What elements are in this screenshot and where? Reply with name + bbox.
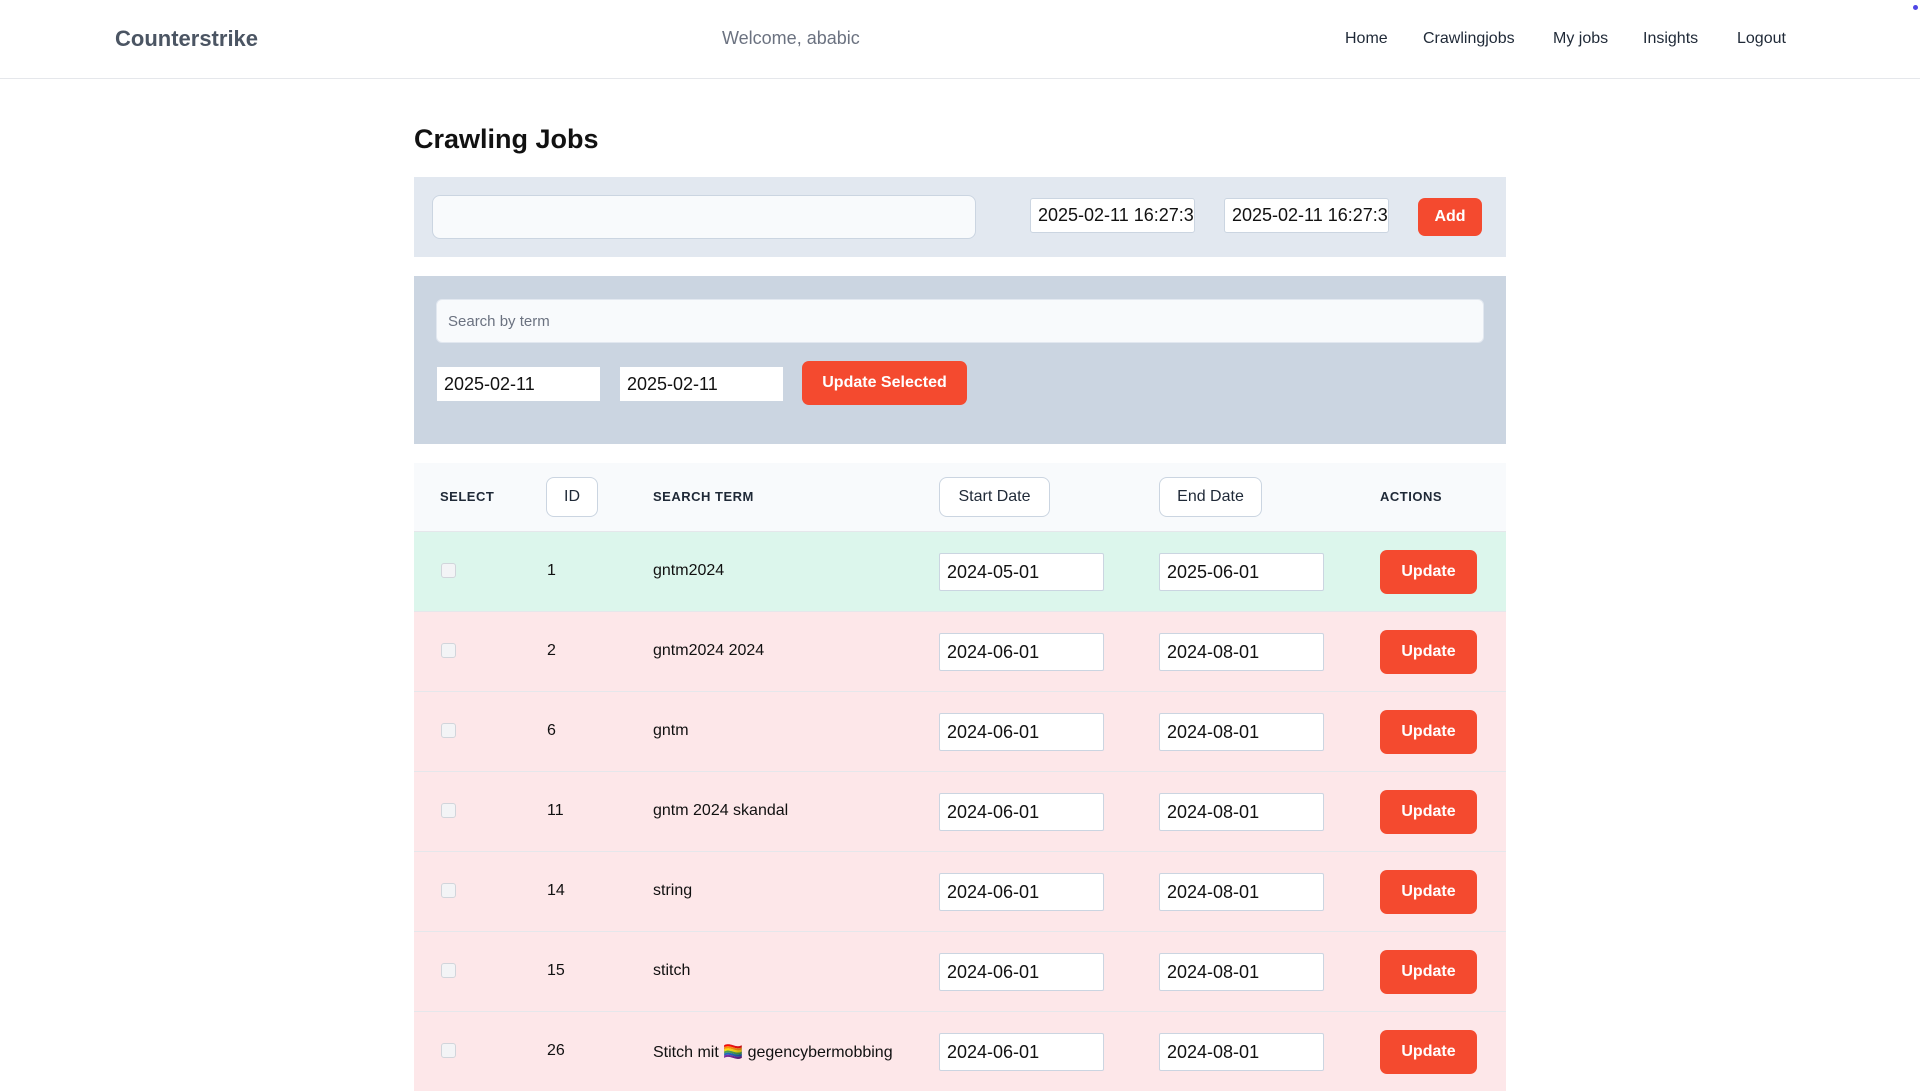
row-id: 15 — [547, 962, 565, 979]
row-search-term: gntm — [653, 722, 689, 739]
nav-logout-link[interactable]: Logout — [1737, 30, 1786, 48]
row-start-date-input[interactable]: 2024-06-01 — [939, 1033, 1104, 1071]
brand-logo[interactable]: Counterstrike — [115, 26, 258, 52]
row-id: 14 — [547, 882, 565, 899]
row-update-button[interactable]: Update — [1380, 710, 1477, 754]
new-term-input[interactable] — [432, 195, 976, 239]
page-title: Crawling Jobs — [414, 124, 599, 154]
header-search-term: SEARCH TERM — [653, 489, 754, 504]
row-id: 1 — [547, 562, 556, 579]
row-start-date-input[interactable]: 2024-06-01 — [939, 793, 1104, 831]
row-end-date-input[interactable]: 2024-08-01 — [1159, 873, 1324, 911]
row-checkbox[interactable] — [441, 1043, 456, 1058]
update-selected-button[interactable]: Update Selected — [802, 361, 967, 405]
row-start-date-input[interactable]: 2024-05-01 — [939, 553, 1104, 591]
row-id: 26 — [547, 1042, 565, 1059]
row-search-term: gntm2024 — [653, 562, 725, 579]
table-row: 26 Stitch mit 🏳️‍🌈 gegencybermobbing 202… — [414, 1011, 1506, 1091]
table-row: 2 gntm2024 2024 2024-06-01 2024-08-01 Up… — [414, 611, 1506, 691]
sort-end-date-button[interactable]: End Date — [1159, 477, 1262, 517]
row-update-button[interactable]: Update — [1380, 550, 1477, 594]
search-input[interactable]: Search by term — [436, 299, 1484, 343]
row-end-date-input[interactable]: 2024-08-01 — [1159, 633, 1324, 671]
nav-insights-link[interactable]: Insights — [1643, 30, 1698, 48]
row-checkbox[interactable] — [441, 643, 456, 658]
row-search-term: Stitch mit 🏳️‍🌈 gegencybermobbing — [653, 1044, 893, 1061]
table-row: 6 gntm 2024-06-01 2024-08-01 Update — [414, 691, 1506, 771]
nav-myjobs-link[interactable]: My jobs — [1553, 30, 1608, 48]
header-select: SELECT — [440, 489, 495, 504]
row-id: 2 — [547, 642, 556, 659]
sort-id-button[interactable]: ID — [546, 477, 598, 517]
new-start-datetime-input[interactable]: 2025-02-11 16:27:3 — [1030, 198, 1195, 233]
welcome-message: Welcome, ababic — [722, 28, 860, 48]
row-id: 11 — [547, 802, 564, 819]
row-end-date-input[interactable]: 2025-06-01 — [1159, 553, 1324, 591]
bulk-start-date-input[interactable]: 2025-02-11 — [436, 366, 601, 402]
row-search-term: gntm2024 2024 — [653, 642, 765, 659]
row-search-term: string — [653, 882, 693, 899]
row-checkbox[interactable] — [441, 563, 456, 578]
add-button[interactable]: Add — [1418, 198, 1482, 236]
nav-home-link[interactable]: Home — [1345, 30, 1388, 48]
table-row: 15 stitch 2024-06-01 2024-08-01 Update — [414, 931, 1506, 1011]
row-start-date-input[interactable]: 2024-06-01 — [939, 713, 1104, 751]
row-end-date-input[interactable]: 2024-08-01 — [1159, 1033, 1324, 1071]
row-start-date-input[interactable]: 2024-06-01 — [939, 873, 1104, 911]
table-header: SELECT ID SEARCH TERM Start Date End Dat… — [414, 463, 1506, 531]
row-id: 6 — [547, 722, 556, 739]
row-search-term: gntm 2024 skandal — [653, 802, 789, 819]
add-job-form: 2025-02-11 16:27:3 2025-02-11 16:27:3 Ad… — [414, 177, 1506, 257]
row-checkbox[interactable] — [441, 883, 456, 898]
table-row: 11 gntm 2024 skandal 2024-06-01 2024-08-… — [414, 771, 1506, 851]
row-end-date-input[interactable]: 2024-08-01 — [1159, 713, 1324, 751]
row-update-button[interactable]: Update — [1380, 870, 1477, 914]
row-checkbox[interactable] — [441, 803, 456, 818]
row-start-date-input[interactable]: 2024-06-01 — [939, 953, 1104, 991]
table-row: 14 string 2024-06-01 2024-08-01 Update — [414, 851, 1506, 931]
row-search-term: stitch — [653, 962, 691, 979]
row-end-date-input[interactable]: 2024-08-01 — [1159, 953, 1324, 991]
new-end-datetime-input[interactable]: 2025-02-11 16:27:3 — [1224, 198, 1389, 233]
top-navbar: Counterstrike Welcome, ababic Home Crawl… — [0, 0, 1920, 79]
row-start-date-input[interactable]: 2024-06-01 — [939, 633, 1104, 671]
row-update-button[interactable]: Update — [1380, 1030, 1477, 1074]
header-actions: ACTIONS — [1380, 489, 1442, 504]
row-end-date-input[interactable]: 2024-08-01 — [1159, 793, 1324, 831]
status-dot-icon — [1913, 5, 1918, 10]
jobs-table: SELECT ID SEARCH TERM Start Date End Dat… — [414, 463, 1506, 1091]
row-update-button[interactable]: Update — [1380, 950, 1477, 994]
bulk-end-date-input[interactable]: 2025-02-11 — [619, 366, 784, 402]
row-update-button[interactable]: Update — [1380, 630, 1477, 674]
filter-panel: Search by term 2025-02-11 2025-02-11 Upd… — [414, 276, 1506, 444]
row-checkbox[interactable] — [441, 723, 456, 738]
row-update-button[interactable]: Update — [1380, 790, 1477, 834]
table-row: 1 gntm2024 2024-05-01 2025-06-01 Update — [414, 531, 1506, 611]
row-checkbox[interactable] — [441, 963, 456, 978]
nav-crawlingjobs-link[interactable]: Crawlingjobs — [1423, 30, 1515, 48]
sort-start-date-button[interactable]: Start Date — [939, 477, 1050, 517]
